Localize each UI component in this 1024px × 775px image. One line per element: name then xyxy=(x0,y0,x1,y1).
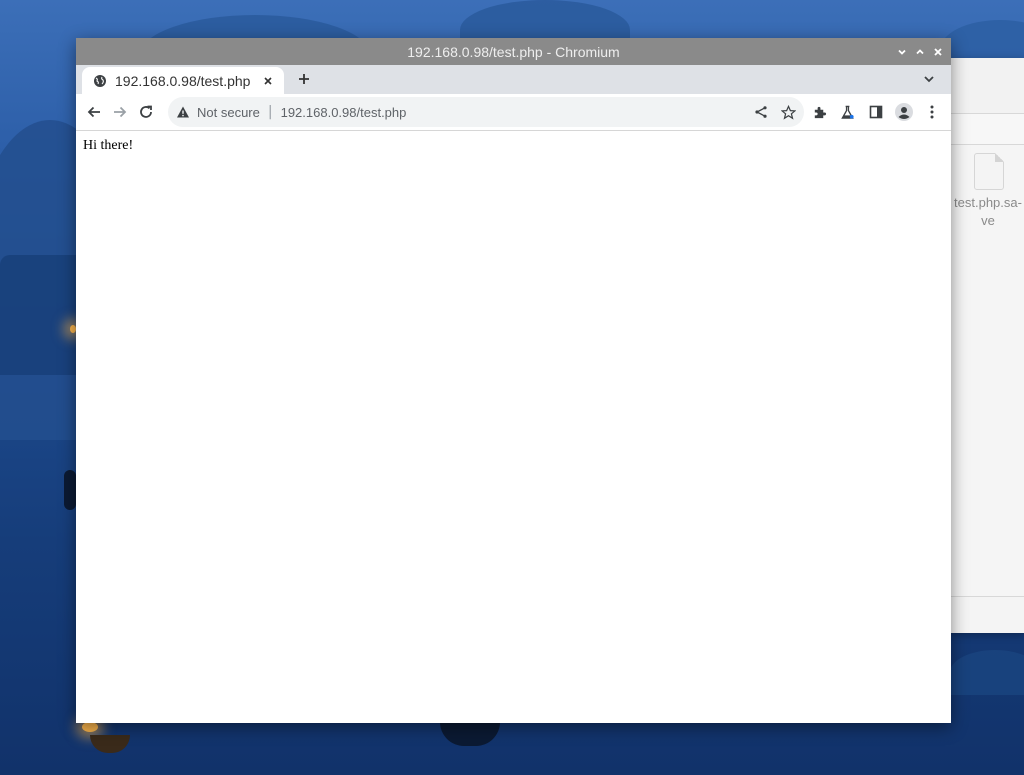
side-panel-icon[interactable] xyxy=(862,99,889,125)
browser-window: 192.168.0.98/test.php - Chromium 192.168… xyxy=(76,38,951,723)
file-manager-header xyxy=(950,58,1024,114)
forward-icon[interactable] xyxy=(107,99,133,125)
tab-active[interactable]: 192.168.0.98/test.php xyxy=(82,67,284,94)
security-label[interactable]: Not secure xyxy=(197,105,260,120)
file-manager-window: test.php.sa-ve xyxy=(949,58,1024,633)
warning-icon[interactable] xyxy=(176,105,190,119)
labs-flask-icon[interactable] xyxy=(834,99,861,125)
close-icon[interactable] xyxy=(931,45,945,59)
file-manager-pathbar xyxy=(950,114,1024,145)
profile-avatar-icon[interactable] xyxy=(890,99,917,125)
reload-icon[interactable] xyxy=(133,99,159,125)
toolbar-right-icons xyxy=(806,99,945,125)
window-titlebar[interactable]: 192.168.0.98/test.php - Chromium xyxy=(76,38,951,65)
browser-toolbar: Not secure | 192.168.0.98/test.php xyxy=(76,94,951,131)
file-icon[interactable] xyxy=(974,153,1004,190)
boat-silhouette xyxy=(440,722,500,746)
omnibox-separator: | xyxy=(267,104,273,120)
page-content: Hi there! xyxy=(76,131,951,723)
page-text: Hi there! xyxy=(83,138,134,153)
url-text[interactable]: 192.168.0.98/test.php xyxy=(281,105,751,120)
file-label[interactable]: test.php.sa-ve xyxy=(952,194,1024,230)
boat-silhouette xyxy=(90,735,130,753)
boat-silhouette xyxy=(64,470,76,510)
back-icon[interactable] xyxy=(81,99,107,125)
menu-kebab-icon[interactable] xyxy=(918,99,945,125)
maximize-icon[interactable] xyxy=(913,45,927,59)
tab-strip: 192.168.0.98/test.php xyxy=(76,65,951,94)
minimize-icon[interactable] xyxy=(895,45,909,59)
file-manager-statusbar xyxy=(950,596,1024,633)
bookmark-star-icon[interactable] xyxy=(778,102,798,122)
globe-icon xyxy=(94,74,106,87)
new-tab-button[interactable] xyxy=(294,69,314,89)
tab-title: 192.168.0.98/test.php xyxy=(115,72,251,89)
tab-close-icon[interactable] xyxy=(260,73,276,89)
window-title: 192.168.0.98/test.php - Chromium xyxy=(407,43,620,60)
share-icon[interactable] xyxy=(751,102,771,122)
tab-search-icon[interactable] xyxy=(921,71,937,87)
lantern-glow xyxy=(82,722,98,732)
address-bar[interactable]: Not secure | 192.168.0.98/test.php xyxy=(168,97,804,127)
window-controls xyxy=(895,38,945,65)
extensions-icon[interactable] xyxy=(806,99,833,125)
